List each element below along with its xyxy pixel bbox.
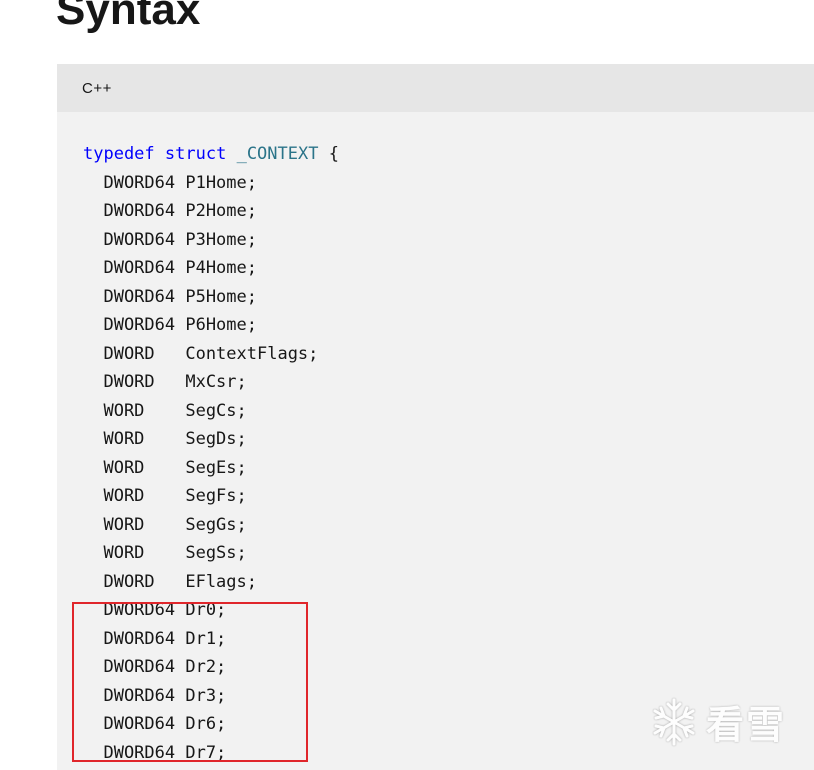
- code-keyword: struct: [164, 144, 227, 164]
- code-line: DWORD64 P3Home;: [83, 226, 339, 255]
- code-token: DWORD64 P6Home;: [83, 315, 257, 335]
- code-header: C++: [57, 64, 814, 112]
- code-line: DWORD MxCsr;: [83, 368, 339, 397]
- code-line: DWORD ContextFlags;: [83, 340, 339, 369]
- watermark-text: 看雪: [706, 703, 787, 747]
- code-token: DWORD64 Dr7;: [83, 742, 227, 763]
- code-line: DWORD64 P1Home;: [83, 169, 339, 198]
- code-line: DWORD64 Dr3;: [83, 682, 339, 711]
- code-token: DWORD64 Dr6;: [83, 714, 227, 734]
- code-token: DWORD64 P5Home;: [83, 286, 257, 307]
- code-token: DWORD64 Dr3;: [83, 685, 227, 706]
- code-line: WORD SegGs;: [83, 511, 339, 540]
- code-token: DWORD MxCsr;: [83, 372, 247, 392]
- page-title: Syntax: [56, 0, 201, 34]
- code-token: WORD SegGs;: [83, 514, 247, 535]
- code-token: {: [318, 144, 339, 164]
- code-token: DWORD64 P1Home;: [83, 172, 257, 193]
- code-line: typedef struct _CONTEXT {: [83, 140, 339, 169]
- code-token: WORD SegCs;: [83, 400, 247, 421]
- code-line: DWORD64 Dr1;: [83, 625, 339, 654]
- code-line: DWORD64 P2Home;: [83, 197, 339, 226]
- code-keyword: typedef: [83, 144, 155, 164]
- code-line: WORD SegFs;: [83, 482, 339, 511]
- snowflake-icon: [648, 696, 700, 748]
- code-block: C++ typedef struct _CONTEXT { DWORD64 P1…: [57, 64, 814, 770]
- code-token: DWORD64 P3Home;: [83, 229, 257, 250]
- code-line: DWORD EFlags;: [83, 568, 339, 597]
- code-token: WORD SegEs;: [83, 457, 247, 478]
- code-language-label: C++: [82, 79, 112, 97]
- code-line: WORD SegDs;: [83, 425, 339, 454]
- code-line: DWORD64 Dr6;: [83, 710, 339, 739]
- code-token: WORD SegSs;: [83, 543, 247, 563]
- code-token: DWORD EFlags;: [83, 571, 257, 592]
- code-token: DWORD64 P4Home;: [83, 258, 257, 278]
- code-line: DWORD64 P4Home;: [83, 254, 339, 283]
- code-line: DWORD64 Dr0;: [83, 596, 339, 625]
- code-line: WORD SegEs;: [83, 454, 339, 483]
- code-token: DWORD ContextFlags;: [83, 343, 319, 364]
- code-line: DWORD64 Dr7;: [83, 739, 339, 768]
- code-token: DWORD64 P2Home;: [83, 201, 257, 221]
- code-token: DWORD64 Dr2;: [83, 657, 227, 677]
- code-line: DWORD64 Dr2;: [83, 653, 339, 682]
- code-line: WORD SegSs;: [83, 539, 339, 568]
- code-token: DWORD64 Dr1;: [83, 628, 227, 649]
- code-token: WORD SegDs;: [83, 429, 247, 449]
- code-token: WORD SegFs;: [83, 486, 247, 506]
- code-token: DWORD64 Dr0;: [83, 600, 227, 620]
- watermark: 看雪: [648, 694, 786, 749]
- code-body[interactable]: typedef struct _CONTEXT { DWORD64 P1Home…: [83, 140, 339, 767]
- code-type-name: _CONTEXT: [236, 144, 319, 164]
- code-line: DWORD64 P6Home;: [83, 311, 339, 340]
- code-line: DWORD64 P5Home;: [83, 283, 339, 312]
- code-line: WORD SegCs;: [83, 397, 339, 426]
